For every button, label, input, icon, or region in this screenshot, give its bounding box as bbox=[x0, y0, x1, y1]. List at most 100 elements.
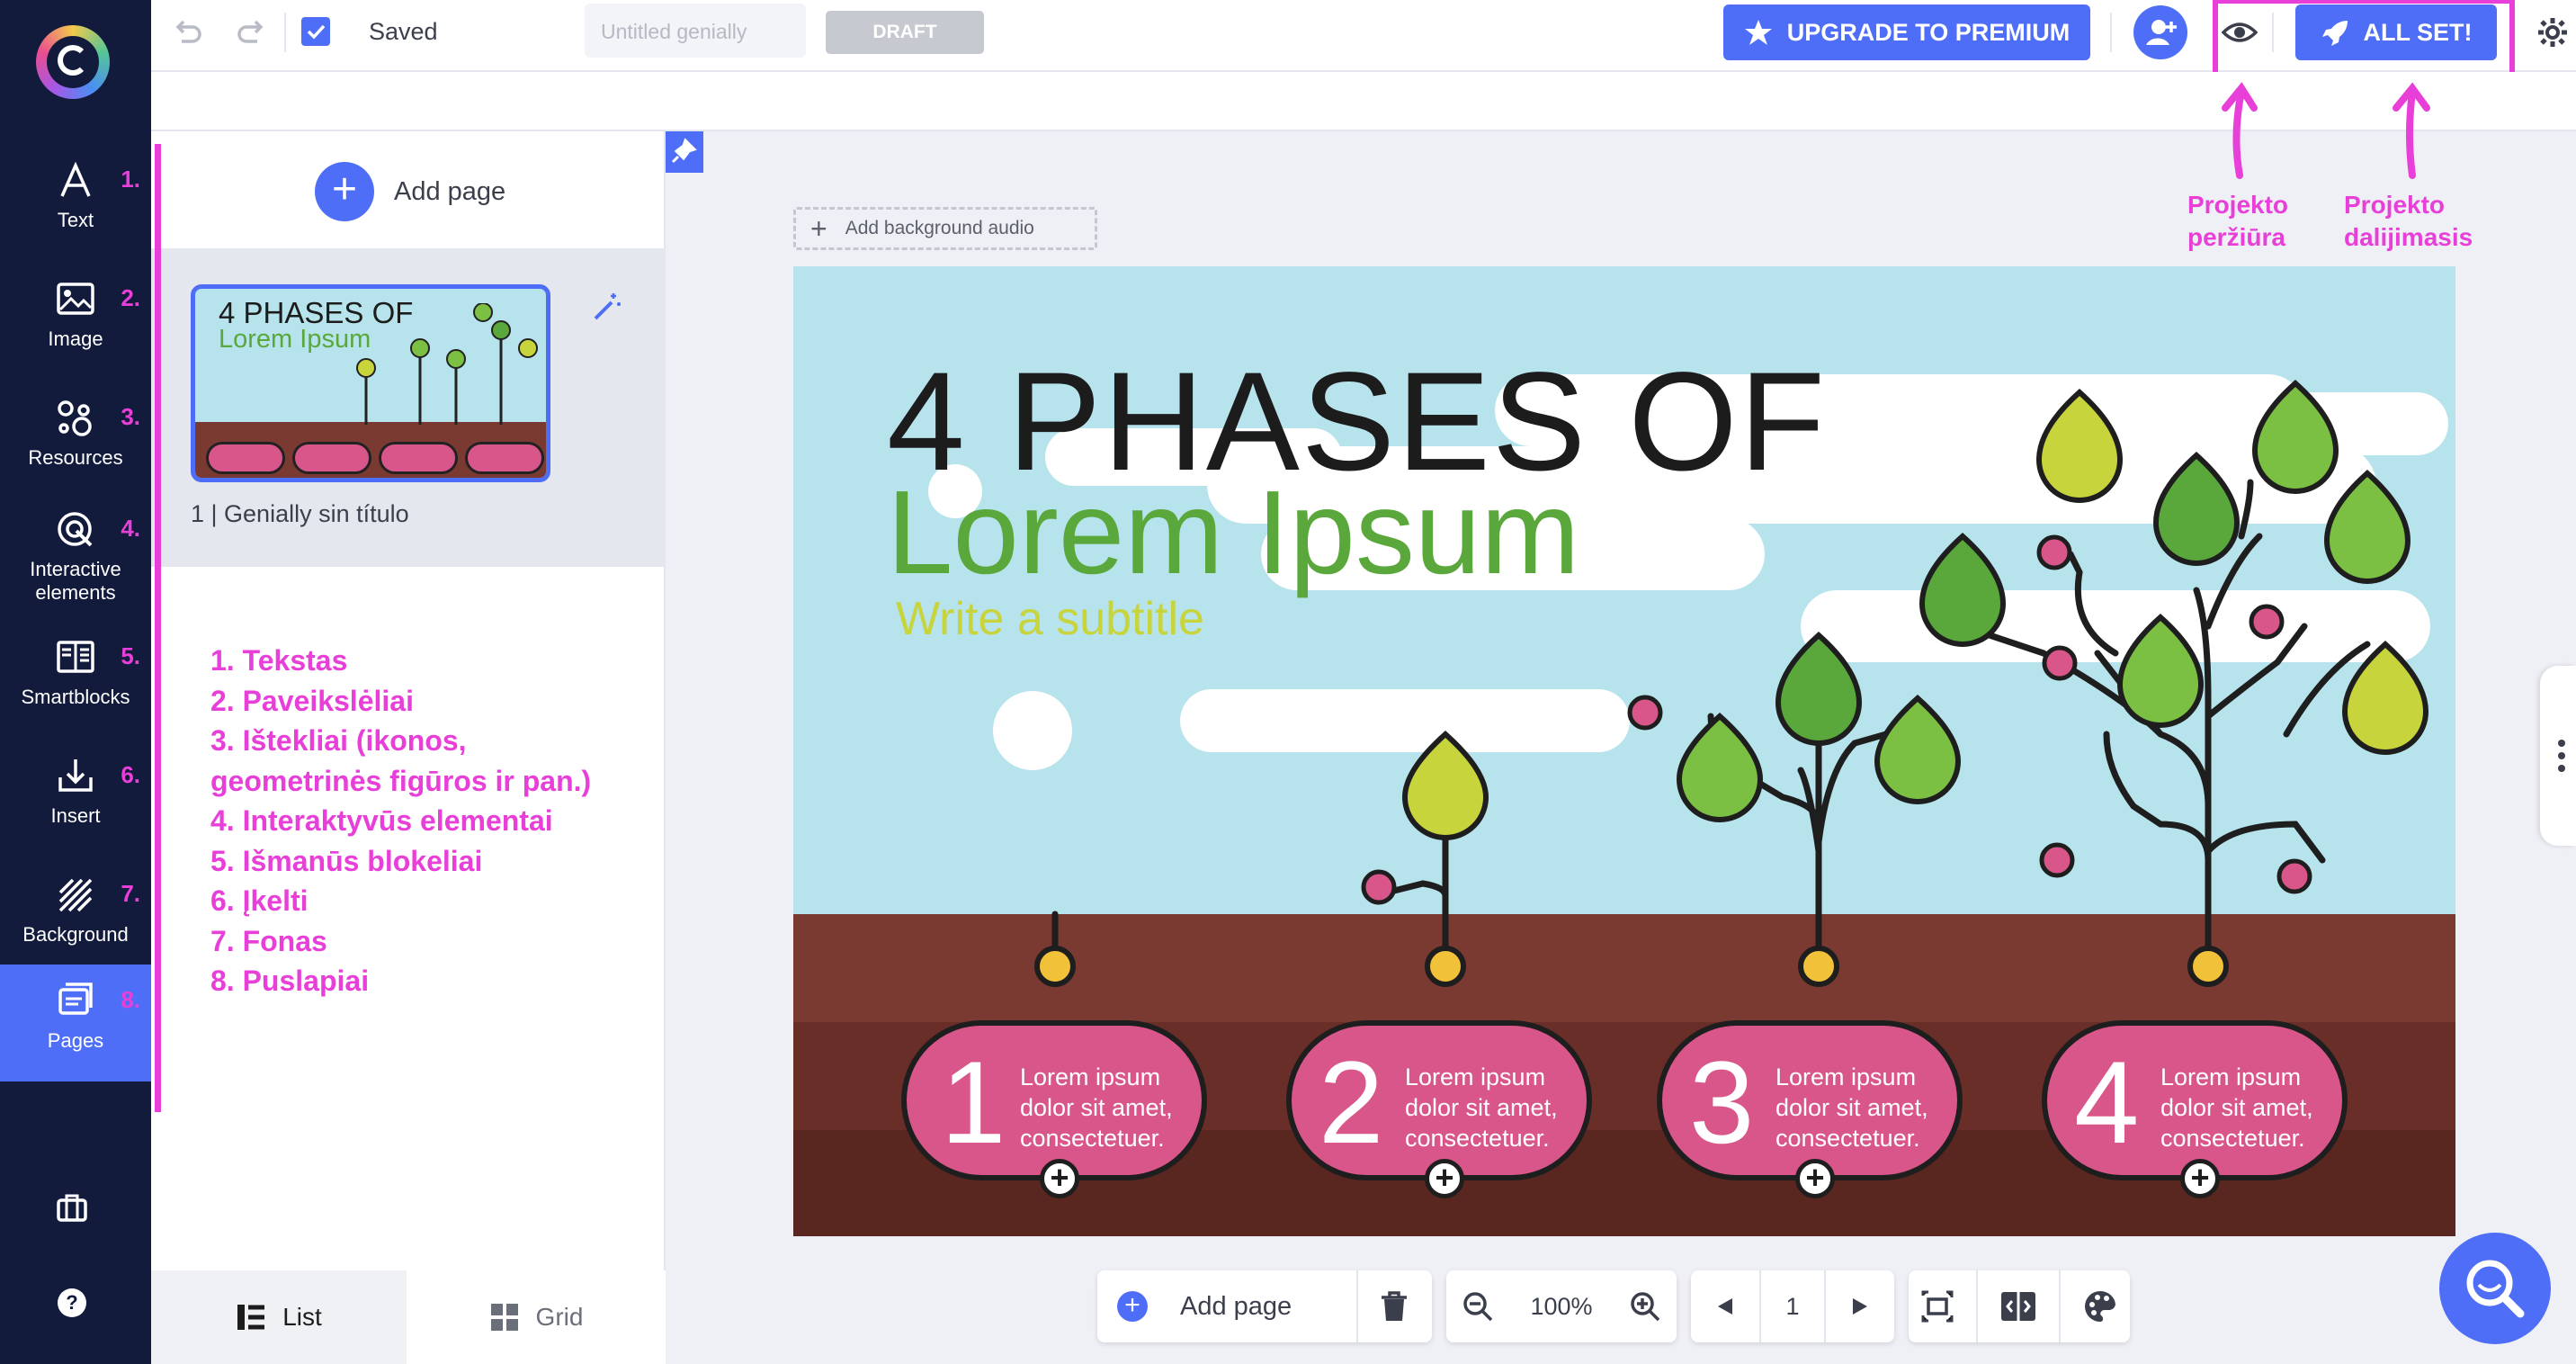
phase-text-line: dolor sit amet, bbox=[1775, 1094, 1928, 1121]
legend-line: 3. Ištekliai (ikonos, bbox=[210, 724, 467, 757]
prev-page-button[interactable] bbox=[1691, 1270, 1761, 1342]
legend-line: 7. Fonas bbox=[210, 924, 327, 957]
plus-icon[interactable]: + bbox=[1795, 1159, 1835, 1198]
undo-icon[interactable] bbox=[169, 14, 205, 50]
annotation-line: Projekto bbox=[2187, 191, 2289, 219]
settings-gear-icon[interactable] bbox=[2536, 16, 2569, 49]
redo-icon[interactable] bbox=[234, 14, 270, 50]
sidebar-item-label: Image bbox=[48, 328, 103, 350]
grid-icon bbox=[490, 1304, 518, 1331]
image-icon bbox=[57, 283, 94, 315]
add-audio-label: Add background audio bbox=[845, 218, 1034, 238]
upgrade-button[interactable]: UPGRADE TO PREMIUM bbox=[1723, 4, 2090, 60]
pin-panel-button[interactable] bbox=[666, 131, 703, 173]
split-view-icon[interactable] bbox=[1999, 1288, 2037, 1324]
help-icon[interactable]: ? bbox=[58, 1288, 86, 1317]
page-thumbnail[interactable]: 4 PHASES OF Lorem Ipsum bbox=[191, 284, 550, 482]
preview-eye-icon[interactable] bbox=[2222, 16, 2258, 49]
all-set-button[interactable]: ALL SET! bbox=[2295, 4, 2497, 60]
sidebar-item-background[interactable]: Background 7. bbox=[0, 858, 151, 970]
phase-card-4[interactable]: 4 Lorem ipsum dolor sit amet, consectetu… bbox=[2042, 1020, 2348, 1198]
more-vertical-icon bbox=[2558, 740, 2565, 772]
resources-icon bbox=[58, 400, 92, 436]
star-icon bbox=[1744, 20, 1772, 45]
annotation-legend: 1. Tekstas 2. Paveikslėliai 3. Ištekliai… bbox=[210, 641, 591, 1001]
phase-number: 3 bbox=[1689, 1036, 1755, 1168]
bottom-add-page-button[interactable]: + Add page bbox=[1097, 1270, 1358, 1342]
plus-icon[interactable]: + bbox=[1040, 1159, 1079, 1198]
legend-line: 5. Išmanūs blokeliai bbox=[210, 844, 483, 877]
side-panel-handle[interactable] bbox=[2540, 666, 2576, 846]
sidebar-item-insert[interactable]: Insert 6. bbox=[0, 740, 151, 851]
sidebar-item-pages[interactable]: Pages 8. bbox=[0, 965, 151, 1081]
sidebar-item-smartblocks[interactable]: Smartblocks 5. bbox=[0, 621, 151, 732]
insert-icon bbox=[58, 759, 93, 792]
add-page-button[interactable]: + Add page bbox=[315, 162, 505, 221]
interactive-icon bbox=[58, 512, 93, 547]
divider bbox=[284, 13, 286, 52]
saved-status: Saved bbox=[369, 18, 438, 45]
thumb-phase bbox=[292, 442, 371, 474]
background-icon bbox=[58, 878, 93, 912]
all-set-label: ALL SET! bbox=[2363, 18, 2473, 46]
annotation-line: Projekto bbox=[2344, 191, 2446, 219]
arrow-up-icon bbox=[2222, 82, 2258, 179]
divider bbox=[2110, 13, 2112, 52]
rocket-icon bbox=[2321, 21, 2348, 46]
magic-wand-icon[interactable] bbox=[592, 292, 622, 322]
zoom-in-icon[interactable] bbox=[1628, 1289, 1662, 1324]
phase-text-line: Lorem ipsum bbox=[1405, 1063, 1546, 1090]
add-background-audio-button[interactable]: + Add background audio bbox=[793, 207, 1097, 250]
plus-icon[interactable]: + bbox=[1425, 1159, 1464, 1198]
sidebar-item-text[interactable]: Text 1. bbox=[0, 144, 151, 256]
plus-icon[interactable]: + bbox=[2180, 1159, 2220, 1198]
add-collaborator-button[interactable] bbox=[2133, 5, 2187, 59]
zoom-out-icon[interactable] bbox=[1461, 1289, 1495, 1324]
plus-icon: + bbox=[1117, 1291, 1148, 1322]
sidebar-item-label: Insert bbox=[50, 804, 101, 827]
sidebar-item-label: Text bbox=[57, 209, 94, 231]
annotation-number: 6. bbox=[121, 761, 140, 788]
phase-text-line: dolor sit amet, bbox=[1020, 1094, 1173, 1121]
floating-search-button[interactable] bbox=[2439, 1233, 2551, 1344]
legend-line: 1. Tekstas bbox=[210, 644, 348, 677]
annotation-number: 1. bbox=[121, 166, 140, 193]
bottom-add-page-group: + Add page bbox=[1097, 1270, 1432, 1342]
top-bar: Saved Untitled genially DRAFT UPGRADE TO… bbox=[151, 0, 2576, 77]
annotation-number: 8. bbox=[121, 986, 140, 1013]
phase-card-2[interactable]: 2 Lorem ipsum dolor sit amet, consectetu… bbox=[1286, 1020, 1592, 1198]
slide-canvas[interactable]: 4 PHASES OF Lorem Ipsum Write a subtitle… bbox=[793, 266, 2455, 1236]
title-input-box[interactable]: Untitled genially bbox=[585, 4, 806, 58]
sidebar-item-image[interactable]: Image 2. bbox=[0, 263, 151, 374]
genially-logo[interactable] bbox=[36, 25, 110, 99]
phase-text: Lorem ipsum dolor sit amet, consectetuer… bbox=[1775, 1062, 1928, 1153]
trash-icon[interactable] bbox=[1378, 1290, 1410, 1323]
phase-text: Lorem ipsum dolor sit amet, consectetuer… bbox=[1405, 1062, 1558, 1153]
thumb-phase bbox=[379, 442, 458, 474]
phase-number: 2 bbox=[1319, 1036, 1384, 1168]
sidebar-item-resources[interactable]: Resources 3. bbox=[0, 381, 151, 493]
phase-text-line: Lorem ipsum bbox=[2160, 1063, 2302, 1090]
fit-screen-icon[interactable] bbox=[1919, 1288, 1955, 1324]
palette-icon[interactable] bbox=[2081, 1288, 2119, 1324]
preview-annotation: Projekto peržiūra bbox=[2187, 189, 2288, 254]
pages-panel: + Add page 4 PHASES OF Lorem Ipsum 1 | G… bbox=[151, 131, 666, 1364]
list-view-tab[interactable]: List bbox=[151, 1270, 407, 1364]
phase-card-1[interactable]: 1 Lorem ipsum dolor sit amet, consectetu… bbox=[901, 1020, 1207, 1198]
page-nav-group: 1 bbox=[1691, 1270, 1894, 1342]
sidebar-item-interactive[interactable]: Interactive elements 4. bbox=[0, 493, 151, 610]
pin-icon bbox=[671, 138, 697, 164]
annotation-number: 2. bbox=[121, 284, 140, 311]
view-tools-group bbox=[1909, 1270, 2130, 1342]
phase-text-line: dolor sit amet, bbox=[1405, 1094, 1558, 1121]
next-page-button[interactable] bbox=[1824, 1270, 1894, 1342]
divider bbox=[1976, 1270, 1979, 1342]
saved-check-icon bbox=[301, 17, 330, 46]
phase-text-line: consectetuer. bbox=[1775, 1125, 1920, 1152]
slide-tagline[interactable]: Write a subtitle bbox=[896, 592, 1204, 646]
page-number[interactable]: 1 bbox=[1761, 1293, 1824, 1321]
phase-card-3[interactable]: 3 Lorem ipsum dolor sit amet, consectetu… bbox=[1657, 1020, 1963, 1198]
slide-subtitle[interactable]: Lorem Ipsum bbox=[887, 464, 1579, 600]
grid-view-tab[interactable]: Grid bbox=[407, 1270, 666, 1364]
briefcase-icon[interactable] bbox=[56, 1191, 88, 1224]
